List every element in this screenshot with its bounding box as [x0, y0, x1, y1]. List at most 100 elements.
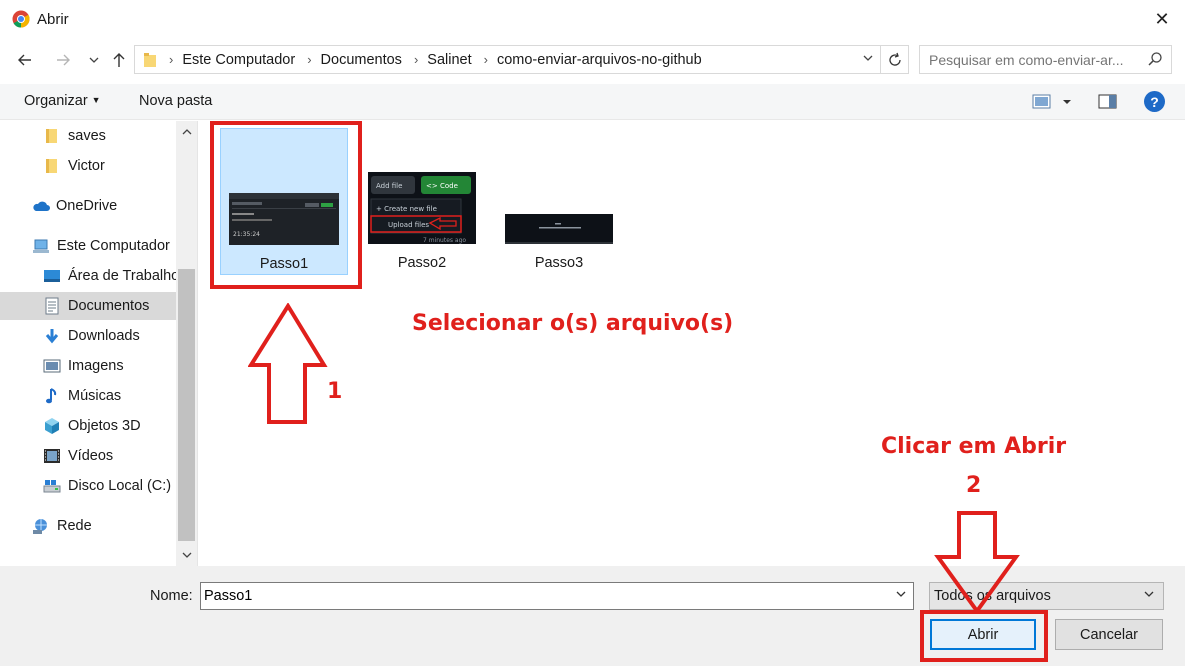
sidebar-item-rede[interactable]: Rede: [0, 512, 176, 540]
file-item-passo3[interactable]: Passo3: [495, 128, 623, 275]
folder-icon: [46, 159, 57, 173]
music-icon: [46, 388, 57, 404]
preview-pane-button[interactable]: [1098, 93, 1118, 114]
sidebar-item-saves[interactable]: saves: [0, 122, 176, 150]
breadcrumb-documentos[interactable]: Documentos: [321, 52, 402, 68]
scroll-down-button[interactable]: [176, 544, 197, 566]
sidebar-item-victor[interactable]: Victor: [0, 152, 176, 180]
arrow-down-annotation-icon: [934, 511, 1020, 614]
title-bar: Abrir ✕: [0, 0, 1185, 38]
sidebar-item-objetos-3d[interactable]: Objetos 3D: [0, 412, 176, 440]
chevron-down-icon: [89, 57, 99, 63]
recent-locations-button[interactable]: [84, 49, 104, 71]
address-bar[interactable]: › Este Computador › Documentos › Salinet…: [134, 45, 909, 74]
sidebar-item-downloads[interactable]: Downloads: [0, 322, 176, 350]
preview-pane-icon: [1098, 94, 1117, 109]
desktop-icon: [44, 270, 60, 282]
sidebar-item-label: Disco Local (C:): [68, 478, 172, 494]
search-icon[interactable]: [1147, 51, 1163, 67]
arrow-left-icon: [18, 54, 31, 66]
sidebar-item-musicas[interactable]: Músicas: [0, 382, 176, 410]
sidebar-item-imagens[interactable]: Imagens: [0, 352, 176, 380]
sidebar-item-label: Área de Trabalho: [68, 268, 176, 284]
thumb-upload-files: Upload files: [388, 221, 429, 229]
file-name-field[interactable]: [200, 582, 914, 610]
thumb-create-new-file: + Create new file: [376, 205, 437, 213]
sidebar-item-documentos[interactable]: Documentos: [0, 292, 176, 320]
forward-button[interactable]: [52, 49, 74, 71]
arrow-up-icon: [113, 53, 125, 67]
breadcrumb-este-computador[interactable]: Este Computador: [182, 52, 295, 68]
sidebar-item-label: Músicas: [68, 388, 122, 404]
video-icon: [44, 449, 60, 463]
back-button[interactable]: [14, 49, 36, 71]
refresh-button[interactable]: [880, 46, 908, 73]
sidebar-item-videos[interactable]: Vídeos: [0, 442, 176, 470]
sidebar-item-label: saves: [68, 128, 106, 144]
image-thumbnail: Add file <> Code + Create new file Uploa…: [368, 172, 476, 244]
chevron-down-icon: [182, 552, 191, 558]
close-button[interactable]: ✕: [1139, 0, 1185, 38]
search-input[interactable]: [920, 46, 1140, 73]
breadcrumb-salinet[interactable]: Salinet: [427, 52, 471, 68]
sidebar-item-label: Objetos 3D: [68, 418, 141, 434]
cube-icon: [45, 418, 59, 434]
file-item-passo2[interactable]: Add file <> Code + Create new file Uploa…: [358, 128, 486, 275]
documents-icon: [45, 297, 59, 315]
chevron-down-icon: [896, 591, 906, 597]
thumb-add-file: Add file: [376, 182, 402, 190]
file-list[interactable]: 21:35:24 Passo1 Add file <> Code + Creat…: [198, 121, 1185, 566]
up-button[interactable]: [108, 49, 130, 71]
file-name-dropdown-button[interactable]: [895, 588, 907, 603]
window-title: Abrir: [37, 11, 69, 28]
sidebar-item-onedrive[interactable]: OneDrive: [0, 192, 176, 220]
file-name: Passo2: [397, 255, 447, 271]
sidebar-scrollbar[interactable]: [176, 121, 197, 566]
pictures-icon: [43, 359, 61, 373]
annotation-select-files: Selecionar o(s) arquivo(s): [412, 311, 734, 336]
navigation-bar: › Este Computador › Documentos › Salinet…: [0, 40, 1185, 80]
address-dropdown-button[interactable]: [862, 52, 874, 67]
breadcrumb-separator: ›: [413, 52, 419, 67]
change-view-button[interactable]: [1032, 93, 1072, 114]
file-name-label: Nome:: [150, 588, 193, 604]
breadcrumb-current-folder[interactable]: como-enviar-arquivos-no-github: [497, 52, 702, 68]
highlight-box-file: [210, 121, 362, 289]
search-box[interactable]: [919, 45, 1172, 74]
scroll-thumb[interactable]: [178, 269, 195, 541]
annotation-step-1: 1: [327, 379, 343, 404]
image-thumbnail: [505, 214, 613, 244]
close-icon: ✕: [1154, 8, 1170, 29]
new-folder-button[interactable]: Nova pasta: [139, 93, 212, 109]
sidebar-item-label: Rede: [57, 518, 92, 534]
chrome-icon: [12, 10, 30, 28]
cancel-button[interactable]: Cancelar: [1055, 619, 1163, 650]
organize-button[interactable]: Organizar ▼: [24, 93, 101, 109]
view-icon: [1032, 94, 1071, 109]
sidebar-item-label: Vídeos: [68, 448, 114, 464]
annotation-click-open: Clicar em Abrir: [881, 434, 1067, 459]
sidebar-item-disco-local[interactable]: Disco Local (C:): [0, 472, 176, 500]
download-icon: [45, 329, 59, 344]
network-icon: [33, 519, 47, 534]
sidebar-item-label: Imagens: [68, 358, 124, 374]
scroll-up-button[interactable]: [176, 121, 197, 143]
breadcrumb-separator: ›: [483, 52, 488, 67]
sidebar-item-area-de-trabalho[interactable]: Área de Trabalho: [0, 262, 176, 290]
disk-icon: [43, 480, 61, 493]
sidebar-item-label: Documentos: [68, 298, 150, 314]
navigation-pane: saves Victor OneDrive Este Computador Ár…: [0, 121, 176, 566]
file-type-dropdown-button[interactable]: [1143, 588, 1155, 603]
file-name: Passo3: [534, 255, 584, 271]
sidebar-item-este-computador[interactable]: Este Computador: [0, 232, 176, 260]
arrow-right-icon: [57, 54, 70, 66]
thumb-minutes-ago: 7 minutes ago: [423, 237, 466, 244]
file-name-input[interactable]: [201, 583, 881, 609]
chevron-down-icon: [1144, 591, 1154, 597]
sidebar-item-label: Downloads: [68, 328, 140, 344]
caret-down-icon: ▼: [91, 95, 101, 105]
help-button[interactable]: ?: [1144, 91, 1165, 112]
chevron-up-icon: [182, 129, 191, 135]
annotation-step-2: 2: [966, 473, 982, 498]
thumb-code: <> Code: [426, 182, 458, 190]
